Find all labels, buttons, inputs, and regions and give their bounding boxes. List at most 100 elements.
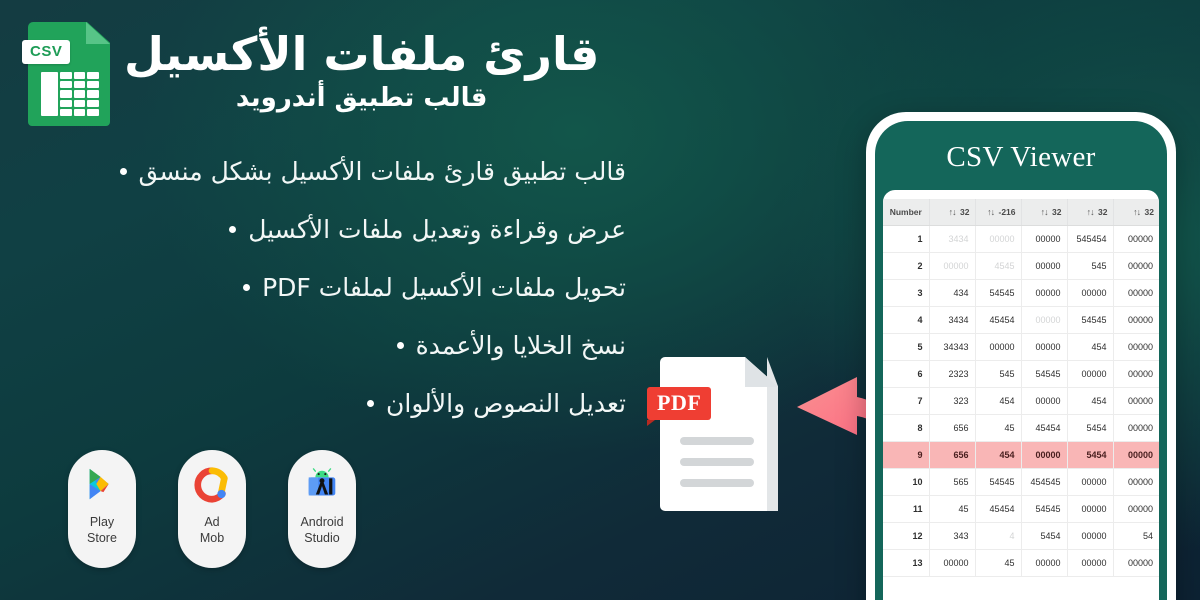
table-cell[interactable]: 00000	[1113, 333, 1159, 361]
table-cell[interactable]: 00000	[1021, 279, 1068, 307]
table-cell[interactable]: 323	[929, 387, 976, 415]
table-row[interactable]: 5 34343 00000 00000 454 00000	[883, 333, 1159, 361]
table-cell[interactable]: 454	[975, 441, 1022, 469]
row-number-cell[interactable]: 4	[883, 306, 930, 334]
table-cell[interactable]: 2323	[929, 360, 976, 388]
row-number-cell[interactable]: 12	[883, 522, 930, 550]
table-cell[interactable]: 00000	[1113, 225, 1159, 253]
table-row[interactable]: 3 434 54545 00000 00000 00000	[883, 279, 1159, 307]
table-cell[interactable]: 00000	[1113, 252, 1159, 280]
table-cell[interactable]: 54545	[975, 279, 1022, 307]
row-number-cell[interactable]: 8	[883, 414, 930, 442]
table-cell[interactable]: 00000	[929, 252, 976, 280]
sort-updown-icon[interactable]: ↑↓	[1041, 207, 1049, 217]
table-cell[interactable]: 4545	[975, 252, 1022, 280]
table-cell[interactable]: 45454	[1021, 414, 1068, 442]
table-column-header[interactable]: ↑↓ 32	[1021, 199, 1068, 226]
row-number-cell[interactable]: 6	[883, 360, 930, 388]
table-row[interactable]: 4 3434 45454 00000 54545 00000	[883, 306, 1159, 334]
table-cell[interactable]: 565	[929, 468, 976, 496]
table-cell[interactable]: 00000	[1113, 468, 1159, 496]
sort-updown-icon[interactable]: ↑↓	[1087, 207, 1095, 217]
table-cell[interactable]: 00000	[1113, 387, 1159, 415]
sort-updown-icon[interactable]: ↑↓	[949, 207, 957, 217]
table-body[interactable]: 1 3434 00000 00000 545454 00000 2 00000 4545 0000…	[883, 225, 1159, 577]
csv-table-card[interactable]: Number ↑↓ 32 ↑↓ -216 ↑↓ 32 ↑↓ 32 ↑↓ 32 1 3434 0…	[883, 190, 1159, 600]
table-cell[interactable]: 54545	[975, 468, 1022, 496]
table-cell[interactable]: 00000	[1021, 252, 1068, 280]
table-cell[interactable]: 00000	[1067, 495, 1114, 523]
table-cell[interactable]: 3434	[929, 306, 976, 334]
table-column-header[interactable]: ↑↓ 32	[1113, 199, 1159, 226]
table-cell[interactable]: 00000	[1067, 522, 1114, 550]
badge-android-studio[interactable]: Android Studio	[288, 450, 356, 568]
table-cell[interactable]: 00000	[1021, 549, 1068, 577]
table-cell[interactable]: 54545	[1067, 306, 1114, 334]
table-cell[interactable]: 4	[975, 522, 1022, 550]
table-row[interactable]: 7 323 454 00000 454 00000	[883, 387, 1159, 415]
table-cell[interactable]: 454	[1067, 387, 1114, 415]
table-cell[interactable]: 00000	[1021, 333, 1068, 361]
table-row[interactable]: 6 2323 545 54545 00000 00000	[883, 360, 1159, 388]
table-cell[interactable]: 00000	[1021, 387, 1068, 415]
sort-updown-icon[interactable]: ↑↓	[1133, 207, 1141, 217]
table-cell[interactable]: 54545	[1021, 360, 1068, 388]
table-cell[interactable]: 00000	[1113, 549, 1159, 577]
table-cell[interactable]: 00000	[975, 225, 1022, 253]
table-row[interactable]: 2 00000 4545 00000 545 00000	[883, 252, 1159, 280]
table-cell[interactable]: 3434	[929, 225, 976, 253]
table-cell[interactable]: 00000	[1067, 549, 1114, 577]
table-cell[interactable]: 00000	[975, 333, 1022, 361]
table-row[interactable]: 10 565 54545 454545 00000 00000	[883, 468, 1159, 496]
table-cell[interactable]: 54545	[1021, 495, 1068, 523]
table-column-header[interactable]: ↑↓ -216	[975, 199, 1022, 226]
table-column-header[interactable]: ↑↓ 32	[1067, 199, 1114, 226]
table-cell[interactable]: 5454	[1067, 441, 1114, 469]
table-row[interactable]: 9 656 454 00000 5454 00000	[883, 441, 1159, 469]
table-cell[interactable]: 45	[975, 549, 1022, 577]
table-cell[interactable]: 00000	[929, 549, 976, 577]
sort-updown-icon[interactable]: ↑↓	[987, 207, 995, 217]
table-column-header[interactable]: Number	[883, 199, 930, 226]
table-cell[interactable]: 00000	[1021, 225, 1068, 253]
row-number-cell[interactable]: 3	[883, 279, 930, 307]
table-cell[interactable]: 454	[1067, 333, 1114, 361]
table-row[interactable]: 12 343 4 5454 00000 54	[883, 522, 1159, 550]
table-cell[interactable]: 00000	[1113, 306, 1159, 334]
row-number-cell[interactable]: 2	[883, 252, 930, 280]
table-cell[interactable]: 00000	[1067, 360, 1114, 388]
table-cell[interactable]: 00000	[1113, 495, 1159, 523]
badge-play-store[interactable]: Play Store	[68, 450, 136, 568]
table-cell[interactable]: 00000	[1113, 279, 1159, 307]
row-number-cell[interactable]: 1	[883, 225, 930, 253]
table-cell[interactable]: 00000	[1113, 360, 1159, 388]
table-cell[interactable]: 00000	[1021, 306, 1068, 334]
table-cell[interactable]: 00000	[1021, 441, 1068, 469]
table-cell[interactable]: 545	[975, 360, 1022, 388]
table-cell[interactable]: 656	[929, 414, 976, 442]
table-cell[interactable]: 454	[975, 387, 1022, 415]
table-row[interactable]: 1 3434 00000 00000 545454 00000	[883, 225, 1159, 253]
table-cell[interactable]: 54	[1113, 522, 1159, 550]
table-cell[interactable]: 34343	[929, 333, 976, 361]
table-cell[interactable]: 00000	[1113, 414, 1159, 442]
row-number-cell[interactable]: 11	[883, 495, 930, 523]
table-cell[interactable]: 45454	[975, 306, 1022, 334]
row-number-cell[interactable]: 5	[883, 333, 930, 361]
table-cell[interactable]: 656	[929, 441, 976, 469]
table-cell[interactable]: 454545	[1021, 468, 1068, 496]
table-cell[interactable]: 545454	[1067, 225, 1114, 253]
table-cell[interactable]: 343	[929, 522, 976, 550]
table-cell[interactable]: 545	[1067, 252, 1114, 280]
table-cell[interactable]: 45	[975, 414, 1022, 442]
table-row[interactable]: 8 656 45 45454 5454 00000	[883, 414, 1159, 442]
badge-admob[interactable]: Ad Mob	[178, 450, 246, 568]
table-row[interactable]: 11 45 45454 54545 00000 00000	[883, 495, 1159, 523]
row-number-cell[interactable]: 13	[883, 549, 930, 577]
table-cell[interactable]: 5454	[1067, 414, 1114, 442]
table-column-header[interactable]: ↑↓ 32	[929, 199, 976, 226]
row-number-cell[interactable]: 10	[883, 468, 930, 496]
csv-table[interactable]: Number ↑↓ 32 ↑↓ -216 ↑↓ 32 ↑↓ 32 ↑↓ 32 1 3434 0…	[883, 199, 1159, 577]
table-row[interactable]: 13 00000 45 00000 00000 00000	[883, 549, 1159, 577]
table-cell[interactable]: 5454	[1021, 522, 1068, 550]
